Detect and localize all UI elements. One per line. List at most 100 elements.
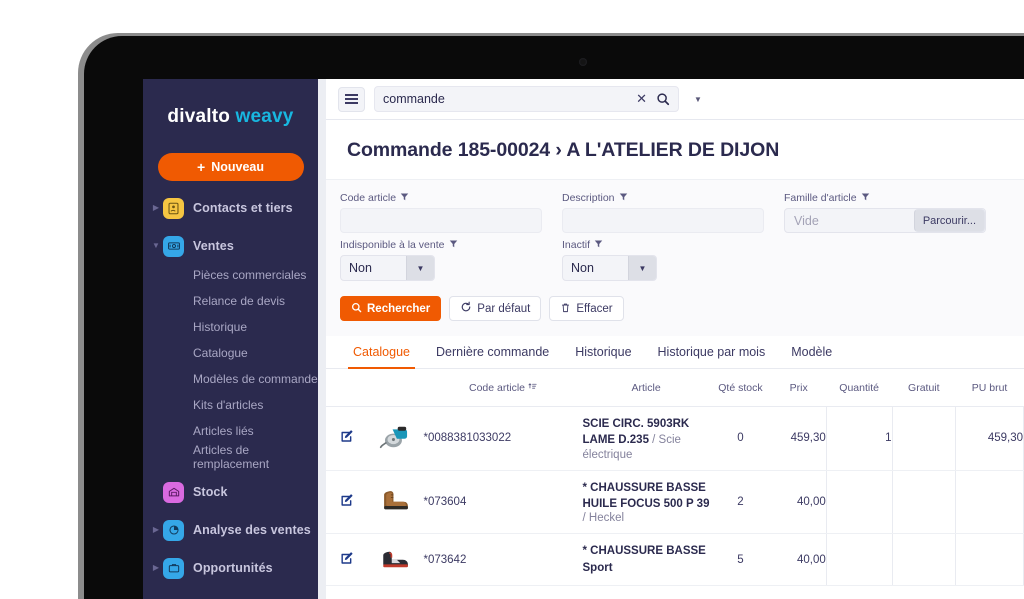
field-label: Inactif xyxy=(562,239,784,251)
chevron-down-icon[interactable]: ▼ xyxy=(406,256,434,280)
famille-article-value: Vide xyxy=(794,213,819,228)
description-input[interactable] xyxy=(562,208,764,233)
sidebar-subitem-pieces-commerciales[interactable]: Pièces commerciales xyxy=(143,262,318,288)
article-name: * CHAUSSURE BASSE Sport xyxy=(582,545,706,574)
search-button[interactable]: Rechercher xyxy=(340,296,442,321)
sidebar-subitem-kits-articles[interactable]: Kits d'articles xyxy=(143,392,318,418)
funnel-icon[interactable] xyxy=(449,239,458,251)
sidebar-group-contacts: ▶ Contacts et tiers xyxy=(143,192,318,224)
chevron-down-icon: ▼ xyxy=(152,241,160,250)
tab-bar: Catalogue Dernière commande Historique H… xyxy=(326,336,1024,369)
table-header-row: Code article Article Qté stock Prix Quan… xyxy=(326,369,1024,407)
th-edit xyxy=(326,369,369,407)
code-article-input[interactable] xyxy=(340,208,542,233)
famille-article-browse[interactable]: Vide Parcourir... xyxy=(784,208,986,233)
cell-quantite[interactable] xyxy=(825,470,893,535)
top-bar: ✕ ▼ xyxy=(326,79,1024,120)
th-quantite[interactable]: Quantité xyxy=(826,369,892,407)
sidebar-item-contacts[interactable]: ▶ Contacts et tiers xyxy=(143,192,318,224)
sidebar-subitem-articles-lies[interactable]: Articles liés xyxy=(143,418,318,444)
chevron-down-icon[interactable]: ▼ xyxy=(628,256,656,280)
cell-pu-brut[interactable] xyxy=(955,470,1024,535)
description-label: Description xyxy=(562,192,615,204)
cell-quantite[interactable]: 1 xyxy=(825,406,893,471)
cell-code-article: *0088381033022 xyxy=(423,406,583,471)
indisponible-select[interactable]: Non ▼ xyxy=(340,255,435,281)
tab-historique[interactable]: Historique xyxy=(562,336,644,368)
sidebar-item-analyse-des-ventes[interactable]: ▶ Analyse des ventes xyxy=(143,514,318,546)
sidebar-subitem-articles-remplacement[interactable]: Articles de remplacement xyxy=(143,443,318,471)
th-pu-brut[interactable]: PU brut xyxy=(955,369,1024,407)
table-row[interactable]: *0088381033022 SCIE CIRC. 5903RK LAME D.… xyxy=(326,406,1024,471)
cell-gratuit[interactable] xyxy=(892,406,957,471)
sort-asc-icon[interactable] xyxy=(528,382,537,394)
funnel-icon[interactable] xyxy=(594,239,603,251)
field-indisponible: Indisponible à la vente Non ▼ xyxy=(340,239,562,281)
stock-icon xyxy=(163,481,184,503)
funnel-icon[interactable] xyxy=(861,192,870,204)
sidebar-item-label: Opportunités xyxy=(193,561,273,575)
search-icon xyxy=(351,302,362,316)
th-prix[interactable]: Prix xyxy=(771,369,827,407)
cell-gratuit[interactable] xyxy=(892,533,957,586)
cell-edit xyxy=(326,470,369,535)
inactif-select[interactable]: Non ▼ xyxy=(562,255,657,281)
article-family: / Heckel xyxy=(582,512,625,525)
close-icon[interactable]: ✕ xyxy=(636,91,647,107)
edit-icon[interactable] xyxy=(340,429,355,444)
sidebar-subitem-catalogue[interactable]: Catalogue xyxy=(143,340,318,366)
sidebar-group-stock: Stock xyxy=(143,476,318,508)
chevron-right-icon: ▶ xyxy=(152,563,160,572)
brand-logo: divalto weavy xyxy=(143,106,318,128)
app-screen: divalto weavy + Nouveau ▶ Contacts et ti… xyxy=(143,79,1024,599)
indisponible-label: Indisponible à la vente xyxy=(340,239,445,251)
edit-icon[interactable] xyxy=(340,493,355,508)
table-header: Code article Article Qté stock Prix Quan… xyxy=(326,369,1024,407)
sidebar-subitem-modeles-de-commande[interactable]: Modèles de commande xyxy=(143,366,318,392)
filter-actions: Rechercher Par défaut Effacer xyxy=(326,287,1024,336)
funnel-icon[interactable] xyxy=(400,192,409,204)
th-article[interactable]: Article xyxy=(582,369,710,407)
table-row[interactable]: *073604 * CHAUSSURE BASSE HUILE FOCUS 50… xyxy=(326,470,1024,535)
cell-article: SCIE CIRC. 5903RK LAME D.235 / Scie élec… xyxy=(582,406,710,471)
sidebar-item-ventes[interactable]: ▼ Ventes xyxy=(143,230,318,262)
hamburger-icon[interactable] xyxy=(338,86,365,112)
cell-pu-brut[interactable]: 459,30 xyxy=(955,406,1024,471)
sidebar-item-stock[interactable]: Stock xyxy=(143,476,318,508)
analytics-icon xyxy=(163,519,184,541)
cell-prix: 459,30 xyxy=(771,406,827,471)
cell-thumbnail xyxy=(368,533,424,586)
tab-modele[interactable]: Modèle xyxy=(778,336,845,368)
tab-derniere-commande[interactable]: Dernière commande xyxy=(423,336,562,368)
sidebar-subitem-relance-de-devis[interactable]: Relance de devis xyxy=(143,288,318,314)
default-button[interactable]: Par défaut xyxy=(449,296,542,321)
th-qte-stock[interactable]: Qté stock xyxy=(709,369,772,407)
clear-button-label: Effacer xyxy=(576,302,613,315)
sidebar-item-opportunites[interactable]: ▶ Opportunités xyxy=(143,552,318,584)
funnel-icon[interactable] xyxy=(619,192,628,204)
table-row[interactable]: *073642 * CHAUSSURE BASSE Sport 5 40,00 xyxy=(326,533,1024,586)
search-icon[interactable] xyxy=(656,92,670,106)
edit-icon[interactable] xyxy=(340,551,355,566)
sidebar-group-opportunites: ▶ Opportunités xyxy=(143,552,318,584)
th-gratuit[interactable]: Gratuit xyxy=(892,369,956,407)
browse-button[interactable]: Parcourir... xyxy=(913,209,985,232)
search-button-label: Rechercher xyxy=(367,302,431,315)
cell-gratuit[interactable] xyxy=(892,470,957,535)
cell-code-article: *073604 xyxy=(423,470,583,535)
new-button[interactable]: + Nouveau xyxy=(157,153,304,181)
clear-button[interactable]: Effacer xyxy=(549,296,624,321)
field-label: Famille d'article xyxy=(784,192,1006,204)
search-input[interactable] xyxy=(383,92,637,106)
chevron-down-icon[interactable]: ▼ xyxy=(694,95,702,104)
tab-catalogue[interactable]: Catalogue xyxy=(340,336,423,369)
global-search[interactable]: ✕ xyxy=(374,86,679,112)
th-code-article-label: Code article xyxy=(468,382,526,394)
tab-historique-par-mois[interactable]: Historique par mois xyxy=(645,336,779,368)
catalogue-table: Code article Article Qté stock Prix Quan… xyxy=(326,369,1024,586)
sidebar-subitem-historique[interactable]: Historique xyxy=(143,314,318,340)
plus-icon: + xyxy=(197,159,206,175)
cell-pu-brut[interactable] xyxy=(955,533,1024,586)
cell-quantite[interactable] xyxy=(825,533,893,586)
th-code-article[interactable]: Code article xyxy=(423,369,583,407)
